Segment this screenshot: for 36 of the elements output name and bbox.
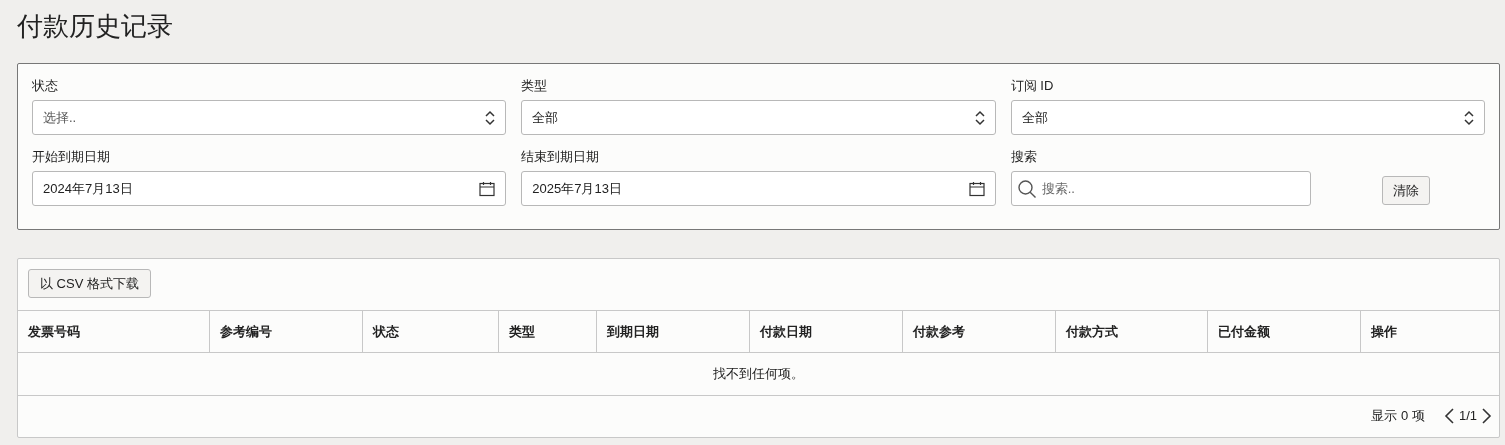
page-title: 付款历史记录 [17,10,174,43]
column-header: 参考编号 [208,311,362,352]
column-header: 已付金额 [1207,311,1361,352]
item-count: 显示 0 项 [1371,407,1425,426]
up-down-chevron-icon [974,109,985,126]
field-label: 搜索 [1010,149,1038,165]
calendar-icon [968,180,985,197]
calendar-icon [479,180,496,197]
column-header: 到期日期 [596,311,749,352]
up-down-chevron-icon [1464,109,1474,126]
download-csv-button[interactable]: 以 CSV 格式下载 [28,269,151,298]
search-field[interactable]: 搜索.. [1010,171,1311,206]
up-down-chevron-icon [485,109,496,126]
empty-message: 找不到任何项。 [713,365,804,384]
column-header: 操作 [1360,311,1499,352]
previous-page-icon[interactable] [1442,407,1455,425]
search-icon [1016,178,1037,199]
field-label: 结束到期日期 [521,149,601,165]
field-label: 状态 [32,78,59,94]
field-label: 订阅 ID [1010,78,1055,94]
date-field[interactable]: 2024年7月13日 [32,171,507,206]
column-header: 发票号码 [27,322,81,341]
field-label: 类型 [521,78,549,94]
column-header: 付款方式 [1054,311,1208,352]
dropdown[interactable]: 全部 [521,100,996,135]
dropdown[interactable]: 选择.. [32,100,507,135]
page-indicator: 1/1 [1458,407,1477,426]
column-header: 类型 [498,311,597,352]
column-header: 状态 [361,311,499,352]
dropdown[interactable]: 全部 [1010,100,1485,135]
column-header: 付款日期 [749,311,902,352]
clear-button[interactable]: 清除 [1381,176,1430,205]
next-page-icon[interactable] [1481,407,1493,425]
date-field[interactable]: 2025年7月13日 [521,171,996,206]
field-label: 开始到期日期 [32,149,111,165]
column-header: 付款参考 [901,311,1055,352]
